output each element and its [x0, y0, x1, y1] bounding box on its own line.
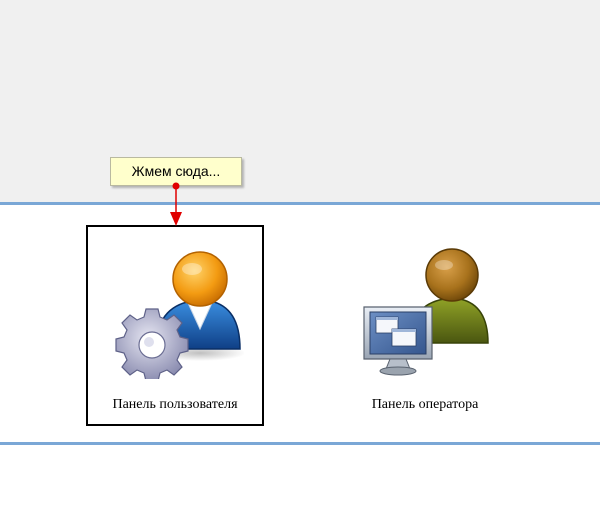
- operator-panel-label: Панель оператора: [371, 397, 479, 412]
- operator-panel-tile[interactable]: Панель оператора: [336, 225, 514, 426]
- user-panel-label: Панель пользователя: [112, 397, 238, 412]
- empty-header-area: [0, 0, 600, 203]
- divider-top: [0, 202, 600, 205]
- user-panel-tile[interactable]: Панель пользователя: [86, 225, 264, 426]
- operator-monitor-icon: [360, 245, 494, 379]
- user-settings-icon: [110, 245, 246, 382]
- divider-bottom: [0, 442, 600, 445]
- hint-arrow-icon: [170, 182, 182, 226]
